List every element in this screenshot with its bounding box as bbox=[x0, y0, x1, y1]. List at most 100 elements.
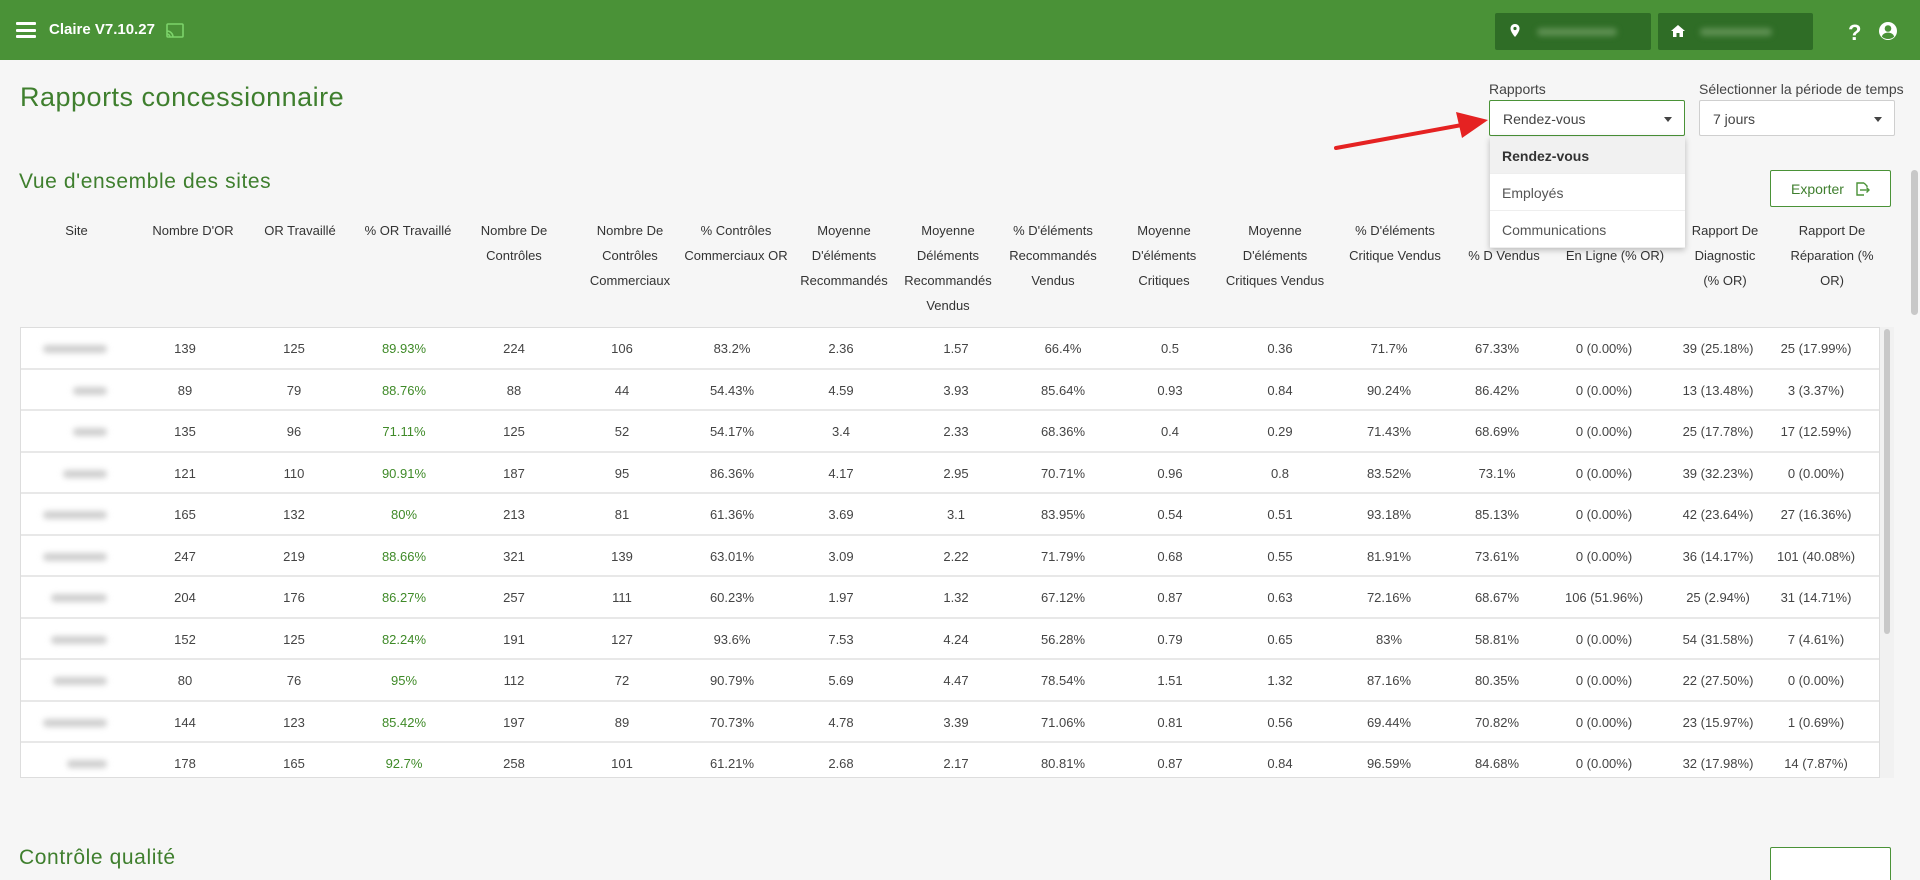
site-name-blurred[interactable] bbox=[43, 511, 107, 519]
table-cell: 3.93 bbox=[943, 382, 969, 398]
col-header[interactable]: OR Travaillé bbox=[255, 218, 345, 243]
table-scrollbar-thumb[interactable] bbox=[1884, 329, 1890, 634]
table-row[interactable]: 135 96 71.11% 125 52 54.17% 3.4 2.33 68.36% 0.4 0.… bbox=[21, 411, 1879, 453]
table-cell: 106 (51.96%) bbox=[1564, 590, 1644, 605]
table-row[interactable]: 89 79 88.76% 88 44 54.43% 4.59 3.93 85.64% 0.93 0.… bbox=[21, 370, 1879, 411]
table-cell: 27 (16.36%) bbox=[1780, 507, 1852, 522]
site-name-blurred[interactable] bbox=[43, 552, 107, 561]
col-header-site[interactable]: Site bbox=[20, 218, 133, 243]
table-cell: 39 (32.23%) bbox=[1682, 465, 1754, 481]
table-cell: 83.95% bbox=[1040, 507, 1086, 522]
table-cell: 178 bbox=[174, 756, 196, 771]
table-row[interactable]: 139 125 89.93% 224 106 83.2% 2.36 1.57 66.4% 0.5 0… bbox=[21, 328, 1879, 370]
table-cell: 73.1% bbox=[1478, 465, 1516, 481]
page-scrollbar-thumb[interactable] bbox=[1911, 170, 1918, 315]
table-cell: 125 bbox=[283, 631, 305, 647]
table-row[interactable]: 204 176 86.27% 257 111 60.23% 1.97 1.32 67.12% 0.… bbox=[21, 577, 1879, 619]
table-cell: 0.87 bbox=[1157, 590, 1183, 605]
dropdown-option-employes[interactable]: Employés bbox=[1490, 174, 1685, 211]
table-cell: 0 (0.00%) bbox=[1575, 341, 1633, 356]
table-cell: 72.16% bbox=[1366, 590, 1412, 605]
table-cell: 4.78 bbox=[828, 714, 854, 730]
table-cell: 56.28% bbox=[1040, 631, 1086, 647]
dropdown-option-rendez-vous[interactable]: Rendez-vous bbox=[1490, 137, 1685, 174]
table-cell: 1.57 bbox=[943, 341, 969, 356]
table-cell: 70.82% bbox=[1474, 714, 1520, 730]
col-header[interactable]: Moyenne D'éléments Recommandés bbox=[797, 218, 891, 293]
table-row[interactable]: 247 219 88.66% 321 139 63.01% 3.09 2.22 71.79% 0.… bbox=[21, 536, 1879, 577]
table-cell: 71.43% bbox=[1366, 424, 1412, 439]
table-row[interactable]: 144 123 85.42% 197 89 70.73% 4.78 3.39 71.06% 0.8… bbox=[21, 702, 1879, 743]
location-selector[interactable] bbox=[1495, 13, 1651, 50]
table-cell: 67.33% bbox=[1474, 341, 1520, 356]
site-name-blurred[interactable] bbox=[51, 594, 107, 602]
table-cell: 125 bbox=[283, 341, 305, 356]
table-cell: 1.32 bbox=[943, 590, 969, 605]
table-cell: 61.21% bbox=[709, 756, 755, 771]
site-name-blurred[interactable] bbox=[63, 469, 107, 478]
table-cell: 85.42% bbox=[381, 714, 427, 730]
table-cell: 67.12% bbox=[1040, 590, 1086, 605]
table-cell: 0.36 bbox=[1267, 341, 1293, 356]
table-cell: 68.36% bbox=[1040, 424, 1086, 439]
col-header[interactable]: % OR Travaillé bbox=[358, 218, 458, 243]
table-cell: 22 (27.50%) bbox=[1682, 673, 1754, 688]
col-header[interactable]: Rapport De Réparation (% OR) bbox=[1789, 218, 1875, 293]
site-name-blurred[interactable] bbox=[51, 635, 107, 644]
table-row[interactable]: 178 165 92.7% 258 101 61.21% 2.68 2.17 80.81% 0.8… bbox=[21, 743, 1879, 777]
col-header[interactable]: Nombre De Contrôles Commerciaux bbox=[582, 218, 678, 293]
col-header[interactable]: % D'éléments Critique Vendus bbox=[1342, 218, 1448, 268]
period-select[interactable]: 7 jours bbox=[1699, 100, 1895, 136]
table-cell: 84.68% bbox=[1474, 756, 1520, 771]
table-cell: 61.36% bbox=[709, 507, 755, 522]
export-button[interactable]: Exporter bbox=[1770, 170, 1891, 207]
col-header[interactable]: Moyenne Déléments Recommandés Vendus bbox=[902, 218, 994, 318]
col-header[interactable]: % Contrôles Commerciaux OR bbox=[681, 218, 791, 268]
cast-icon[interactable] bbox=[166, 23, 184, 38]
table-cell: 0 (0.00%) bbox=[1787, 673, 1845, 688]
reports-select[interactable]: Rendez-vous bbox=[1489, 100, 1685, 136]
table-cell: 95 bbox=[614, 465, 630, 481]
menu-icon[interactable] bbox=[16, 22, 36, 38]
site-name-blurred[interactable] bbox=[43, 345, 107, 353]
table-row[interactable]: 121 110 90.91% 187 95 86.36% 4.17 2.95 70.71% 0.9… bbox=[21, 453, 1879, 494]
site-name-blurred[interactable] bbox=[73, 428, 107, 436]
chevron-down-icon bbox=[1874, 117, 1882, 122]
col-header[interactable]: Rapport De Diagnostic (% OR) bbox=[1685, 218, 1765, 293]
table-row[interactable]: 165 132 80% 213 81 61.36% 3.69 3.1 83.95% 0.54 0.5… bbox=[21, 494, 1879, 536]
section-title-quality: Contrôle qualité bbox=[19, 846, 176, 869]
col-header[interactable]: Moyenne D'éléments Critiques Vendus bbox=[1220, 218, 1330, 293]
table-cell: 86.36% bbox=[709, 465, 755, 481]
dropdown-option-communications[interactable]: Communications bbox=[1490, 211, 1685, 248]
table-cell: 144 bbox=[174, 714, 196, 730]
user-circle-icon[interactable] bbox=[1878, 21, 1898, 41]
site-selector[interactable] bbox=[1658, 13, 1813, 50]
table-row[interactable]: 152 125 82.24% 191 127 93.6% 7.53 4.24 56.28% 0.7… bbox=[21, 619, 1879, 660]
col-header[interactable]: % D'éléments Recommandés Vendus bbox=[1008, 218, 1098, 293]
table-cell: 204 bbox=[174, 590, 196, 605]
col-header[interactable]: Nombre D'OR bbox=[143, 218, 243, 243]
site-name-blurred[interactable] bbox=[53, 677, 107, 685]
table-cell: 258 bbox=[503, 756, 525, 771]
table-cell: 0.87 bbox=[1157, 756, 1183, 771]
table-row[interactable]: 80 76 95% 112 72 90.79% 5.69 4.47 78.54% 1.51 1.32… bbox=[21, 660, 1879, 702]
table-cell: 3.4 bbox=[831, 424, 851, 439]
col-header[interactable]: Moyenne D'éléments Critiques bbox=[1124, 218, 1204, 293]
site-name-blurred[interactable] bbox=[73, 386, 107, 395]
site-name-blurred[interactable] bbox=[43, 718, 107, 727]
period-select-value: 7 jours bbox=[1713, 111, 1756, 127]
table-cell: 3.09 bbox=[828, 548, 854, 564]
export-button-quality[interactable] bbox=[1770, 847, 1891, 880]
table-cell: 123 bbox=[283, 714, 305, 730]
help-icon[interactable]: ? bbox=[1848, 20, 1861, 46]
table-cell: 0.54 bbox=[1157, 507, 1183, 522]
table-cell: 71.7% bbox=[1370, 341, 1408, 356]
table-cell: 176 bbox=[283, 590, 305, 605]
site-name-blurred[interactable] bbox=[67, 760, 107, 768]
table-cell: 121 bbox=[174, 465, 196, 481]
table-cell: 96 bbox=[286, 424, 302, 439]
table-cell: 0.4 bbox=[1160, 424, 1180, 439]
table-cell: 23 (15.97%) bbox=[1682, 714, 1754, 730]
table-cell: 68.67% bbox=[1474, 590, 1520, 605]
col-header[interactable]: Nombre De Contrôles bbox=[474, 218, 554, 268]
